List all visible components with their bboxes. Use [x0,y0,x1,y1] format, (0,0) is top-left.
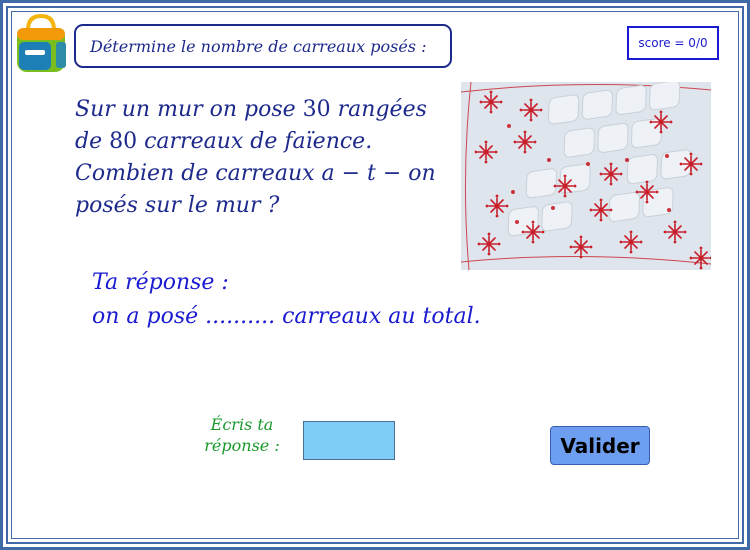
validate-button[interactable]: Valider [550,426,650,465]
backpack-icon [17,14,66,72]
question-line-2: de 80 carreaux de faïence. [75,129,373,154]
answer-text: Ta réponse : on a posé .......... carrea… [92,266,592,334]
instruction-text: Détermine le nombre de carreaux posés : [90,36,427,56]
answer-line-2: on a posé .......... carreaux au total. [92,304,481,329]
tiles-photo [461,82,711,270]
instruction-box: Détermine le nombre de carreaux posés : [74,24,452,68]
score-label: score = 0/0 [638,36,708,50]
answer-input[interactable] [303,421,395,460]
score-box: score = 0/0 [627,26,719,60]
question-text: Sur un mur on pose 30 rangées de 80 carr… [75,94,445,222]
question-line-1: Sur un mur on pose 30 rangées [75,97,427,122]
question-line-3: Combien de carreaux a − t − on [75,161,436,186]
input-label: Écris ta réponse : [204,415,280,455]
answer-line-1: Ta réponse : [92,270,229,295]
question-line-4: posés sur le mur ? [75,193,280,218]
